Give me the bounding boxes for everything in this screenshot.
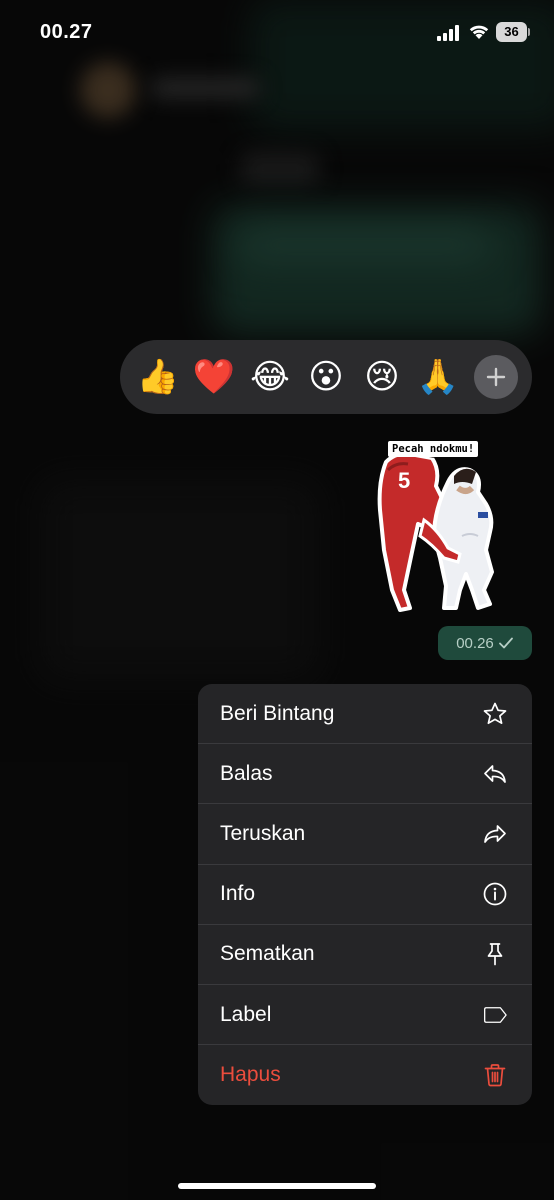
reply-icon: [482, 761, 508, 787]
reaction-thumbs-up[interactable]: 👍: [136, 355, 180, 399]
sticker-caption: Pecah ndokmu!: [388, 441, 479, 457]
cellular-signal-icon: [437, 25, 459, 41]
reaction-crying[interactable]: 😢: [360, 355, 404, 399]
menu-item-reply[interactable]: Balas: [198, 744, 532, 805]
menu-item-label: Label: [220, 1002, 272, 1026]
menu-item-delete[interactable]: Hapus: [198, 1045, 532, 1105]
single-check-icon: [498, 637, 513, 649]
status-bar: 00.27 36: [0, 0, 554, 66]
info-icon: [482, 881, 508, 907]
add-reaction-button[interactable]: [474, 355, 518, 399]
label-tag-icon: [482, 1002, 508, 1028]
menu-item-label: Balas: [220, 761, 273, 785]
message-time: 00.26: [456, 634, 494, 652]
wifi-icon: [469, 25, 489, 39]
sticker-image[interactable]: 5: [374, 440, 506, 618]
menu-item-label: Sematkan: [220, 942, 315, 966]
jersey-number: 5: [398, 468, 410, 493]
reaction-heart[interactable]: ❤️: [192, 355, 236, 399]
menu-item-star[interactable]: Beri Bintang: [198, 684, 532, 745]
home-indicator[interactable]: [178, 1183, 376, 1189]
reaction-folded-hands[interactable]: 🙏: [416, 355, 460, 399]
reaction-bar: 👍 ❤️ 😂 😮 😢 🙏: [120, 340, 532, 414]
star-icon: [482, 701, 508, 727]
trash-icon: [482, 1062, 508, 1088]
forward-icon: [482, 821, 508, 847]
menu-item-label-tag[interactable]: Label: [198, 985, 532, 1046]
message-time-bubble: 00.26: [438, 626, 532, 660]
menu-item-label: Beri Bintang: [220, 701, 335, 725]
menu-item-label: Teruskan: [220, 821, 306, 845]
status-time: 00.27: [40, 21, 93, 43]
menu-item-label: Info: [220, 882, 256, 906]
battery-cap: [528, 28, 530, 36]
reaction-surprised[interactable]: 😮: [304, 355, 348, 399]
menu-item-label: Hapus: [220, 1063, 281, 1087]
plus-icon: [486, 367, 506, 387]
reaction-tears-of-joy[interactable]: 😂: [248, 355, 292, 399]
message-context-menu: Beri Bintang Balas Teruskan Info Sematka…: [198, 684, 532, 1105]
menu-item-forward[interactable]: Teruskan: [198, 804, 532, 865]
menu-item-pin[interactable]: Sematkan: [198, 925, 532, 985]
pin-icon: [482, 941, 508, 967]
battery-level: 36: [496, 22, 527, 42]
menu-item-info[interactable]: Info: [198, 865, 532, 925]
battery-indicator: 36: [496, 22, 530, 42]
